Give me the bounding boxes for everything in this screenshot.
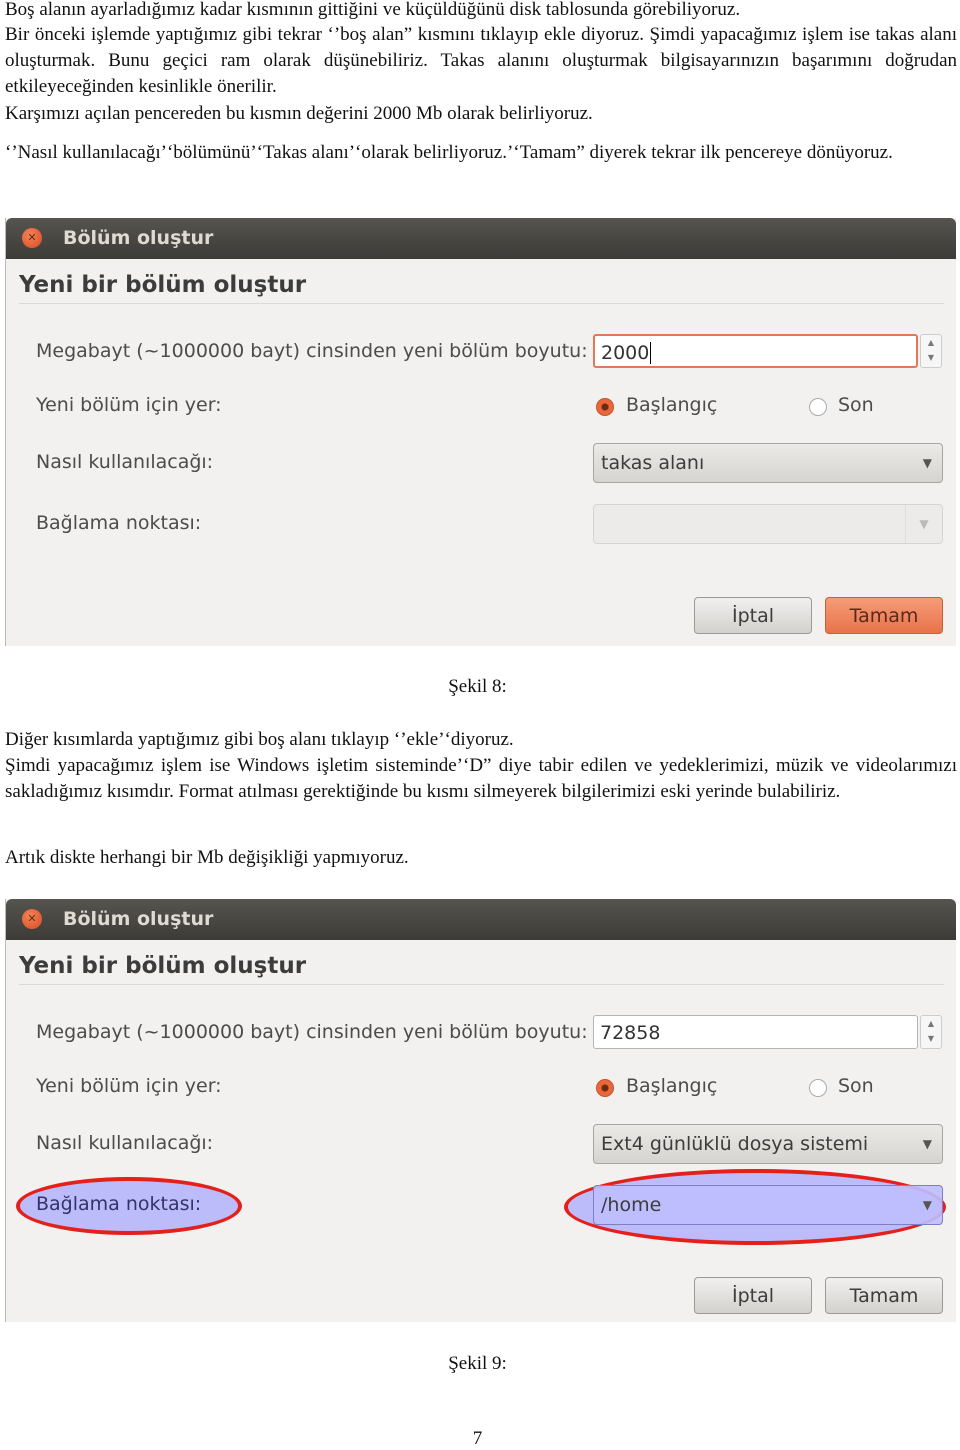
radio-start[interactable] (596, 1079, 614, 1097)
paragraph: Artık diskte herhangi bir Mb değişikliği… (5, 847, 409, 868)
mount-label: Bağlama noktası: (36, 1193, 202, 1215)
figure-caption: Şekil 9: (448, 1353, 507, 1374)
cancel-button[interactable]: İptal (694, 1277, 812, 1314)
radio-end-label[interactable]: Son (838, 394, 874, 416)
close-icon[interactable]: ✕ (22, 228, 42, 248)
radio-end-label[interactable]: Son (838, 1075, 874, 1097)
radio-start-label[interactable]: Başlangıç (626, 1075, 717, 1097)
size-value: 72858 (600, 1022, 661, 1044)
chevron-down-icon: ▼ (922, 1198, 932, 1212)
paragraph: Şimdi yapacağımız işlem ise Windows işle… (5, 755, 957, 802)
size-input[interactable]: 72858 (593, 1015, 918, 1049)
close-icon[interactable]: ✕ (22, 909, 42, 929)
create-partition-dialog: ✕ Bölüm oluştur Yeni bir bölüm oluştur M… (5, 218, 956, 646)
size-input[interactable]: 2000 (593, 334, 918, 368)
mount-label: Bağlama noktası: (36, 512, 202, 534)
location-label: Yeni bölüm için yer: (36, 1075, 222, 1097)
ok-button[interactable]: Tamam (825, 1277, 943, 1314)
divider (19, 303, 944, 304)
use-label: Nasıl kullanılacağı: (36, 1132, 214, 1154)
radio-end[interactable] (809, 1079, 827, 1097)
figure-caption: Şekil 8: (448, 676, 507, 697)
window-title: Bölüm oluştur (63, 227, 214, 249)
page-number: 7 (472, 1428, 483, 1449)
size-label: Megabayt (~1000000 bayt) cinsinden yeni … (36, 1021, 588, 1043)
dialog-heading: Yeni bir bölüm oluştur (19, 953, 307, 979)
size-value: 2000 (601, 342, 650, 364)
ok-button[interactable]: Tamam (825, 597, 943, 634)
create-partition-dialog: ✕ Bölüm oluştur Yeni bir bölüm oluştur M… (5, 899, 956, 1322)
title-bar: ✕ Bölüm oluştur (6, 899, 956, 940)
paragraph: Diğer kısımlarda yaptığımız gibi boş ala… (5, 729, 514, 750)
use-as-value: takas alanı (601, 452, 705, 474)
divider (19, 984, 944, 985)
use-label: Nasıl kullanılacağı: (36, 451, 214, 473)
document-page: Boş alanın ayarladığımız kadar kısmının … (0, 0, 960, 1450)
radio-start-label[interactable]: Başlangıç (626, 394, 717, 416)
size-spinner[interactable]: ▲ ▼ (920, 1015, 942, 1049)
location-label: Yeni bölüm için yer: (36, 394, 222, 416)
size-label: Megabayt (~1000000 bayt) cinsinden yeni … (36, 340, 588, 362)
dialog-heading: Yeni bir bölüm oluştur (19, 272, 307, 298)
paragraph: ‘’Nasıl kullanılacağı’‘bölümünü’‘Takas a… (5, 142, 893, 163)
text-cursor (650, 342, 652, 364)
radio-start[interactable] (596, 398, 614, 416)
chevron-down-icon: ▼ (905, 505, 942, 543)
size-spinner[interactable]: ▲ ▼ (920, 334, 942, 368)
chevron-down-icon: ▼ (922, 456, 932, 470)
paragraph: Bir önceki işlemde yaptığımız gibi tekra… (5, 24, 957, 97)
paragraph: Karşımızı açılan pencereden bu kısmın de… (5, 103, 593, 124)
cancel-button[interactable]: İptal (694, 597, 812, 634)
use-as-dropdown[interactable]: Ext4 günlüklü dosya sistemi ▼ (593, 1124, 943, 1164)
use-as-value: Ext4 günlüklü dosya sistemi (601, 1133, 869, 1155)
mount-point-dropdown[interactable]: /home ▼ (593, 1185, 943, 1225)
mount-point-dropdown[interactable]: ▼ (593, 504, 943, 544)
use-as-dropdown[interactable]: takas alanı ▼ (593, 443, 943, 483)
radio-end[interactable] (809, 398, 827, 416)
mount-value: /home (601, 1194, 662, 1216)
title-bar: ✕ Bölüm oluştur (6, 218, 956, 259)
window-title: Bölüm oluştur (63, 908, 214, 930)
chevron-down-icon: ▼ (922, 1137, 932, 1151)
paragraph: Boş alanın ayarladığımız kadar kısmının … (5, 0, 741, 20)
